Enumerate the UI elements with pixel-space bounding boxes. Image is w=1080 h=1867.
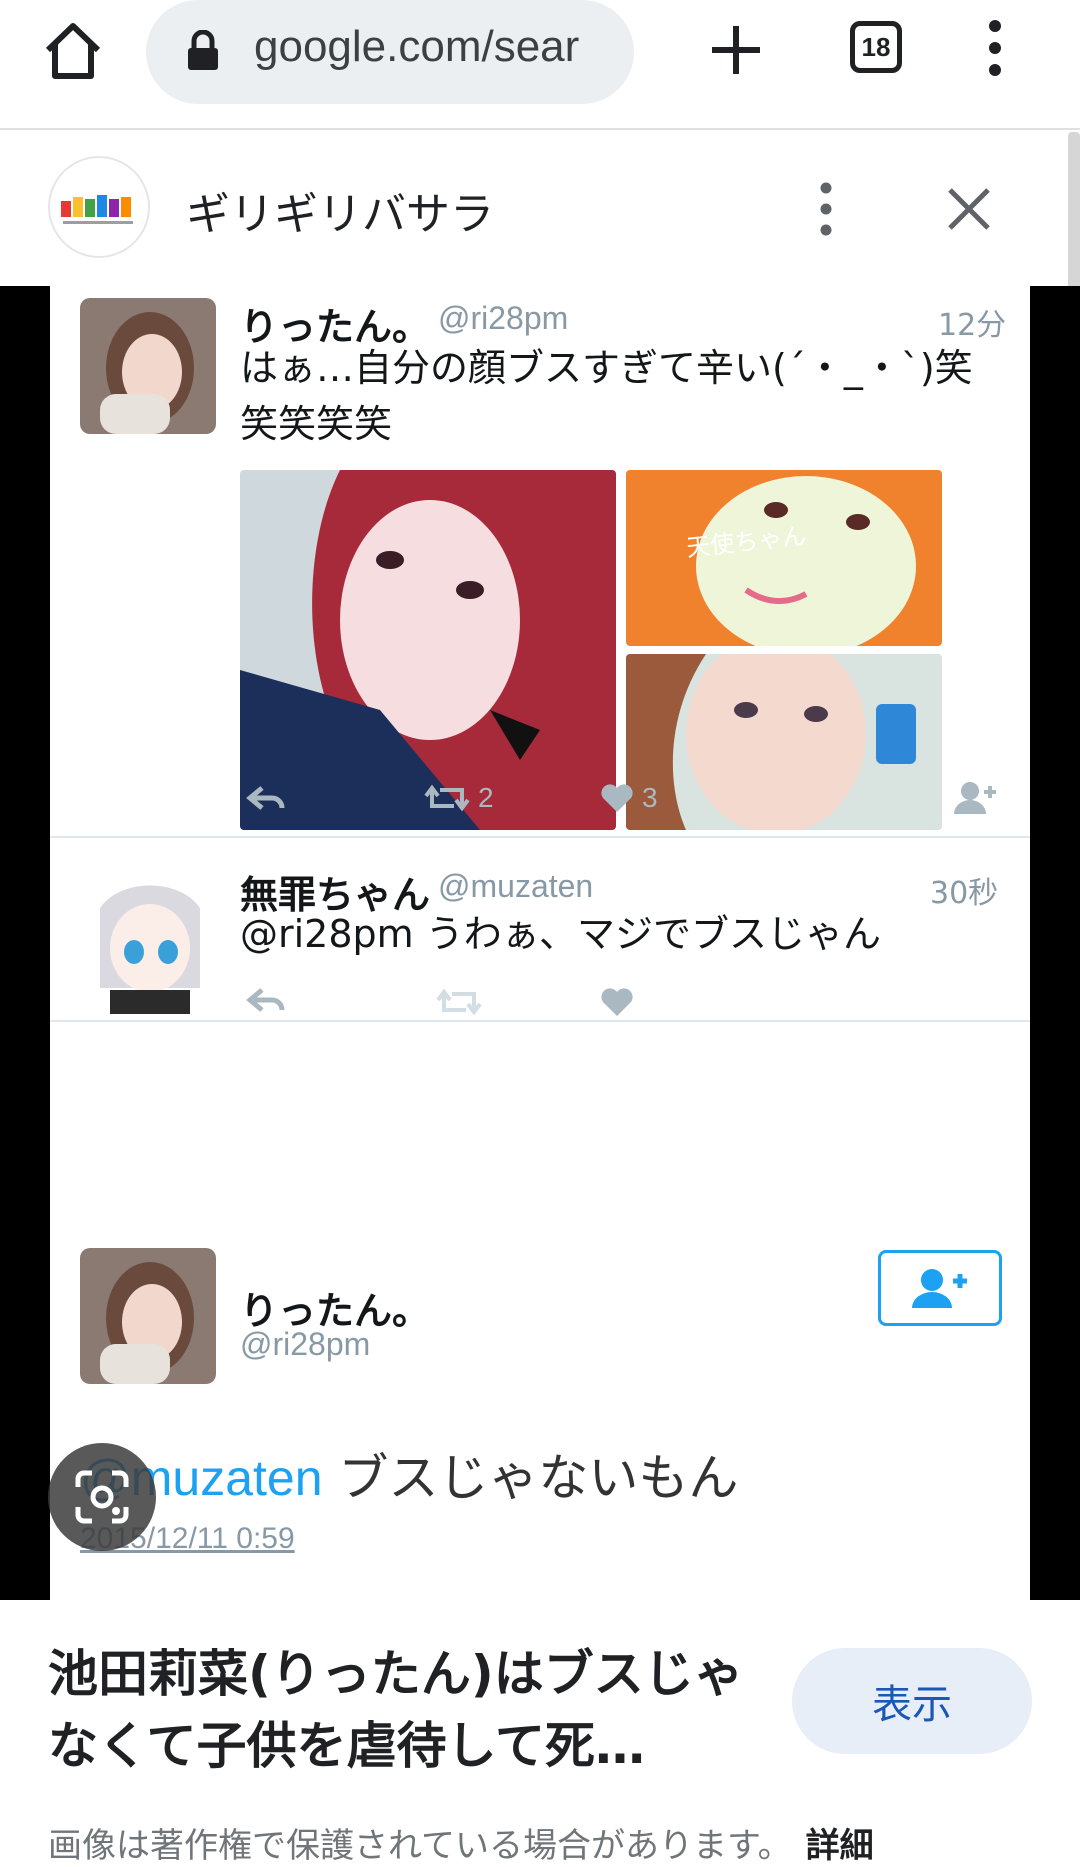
reply-icon [246,784,286,814]
tweet-text: はぁ…自分の顔ブスすぎて辛い(´・_・`)笑笑笑笑笑 [240,346,973,446]
follow-button [878,1250,1002,1326]
copyright-text: 画像は著作権で保護されている場合があります。 [48,1826,792,1866]
follow-icon [952,780,998,816]
add-user-icon [912,1269,967,1308]
like-count: 3 [642,782,658,813]
new-tab-icon[interactable] [708,22,764,78]
retweet-action: 2 [424,782,494,814]
site-title[interactable]: ギリギリバサラ [186,178,494,242]
heart-icon [600,986,634,1018]
tweet-time: 12分 [938,308,1007,343]
avatar [80,298,216,434]
tweet-author-handle: @muzaten [438,868,594,904]
divider [50,1020,1030,1022]
address-bar[interactable]: google.com/sear [146,0,634,104]
retweet-icon [424,784,470,812]
scrollbar[interactable] [1068,132,1080,292]
site-logo[interactable] [48,156,150,258]
reply-body: ブスじゃないもん [322,1449,739,1507]
tweet-author-handle: @ri28pm [240,1326,371,1362]
reply-text: @muzaten ブスじゃないもん [80,1438,738,1510]
close-icon[interactable] [944,184,994,234]
tab-switcher-button[interactable]: 18 [850,21,902,73]
divider [50,836,1030,838]
browser-toolbar: google.com/sear 18 [0,0,1080,130]
reply-icon [246,986,286,1016]
more-options-icon[interactable] [816,182,836,236]
lock-icon [186,29,220,72]
tweet-photo: 天使ちゃん [626,470,942,646]
retweet-count: 2 [478,782,494,813]
url-text: google.com/sear [254,22,580,71]
heart-icon [601,784,633,812]
avatar [80,878,216,1014]
lens-icon [75,1470,129,1524]
details-link[interactable]: 詳細 [806,1826,874,1866]
overflow-menu-icon[interactable] [980,18,1010,78]
retweet-icon [436,986,482,1018]
show-button[interactable]: 表示 [792,1648,1032,1754]
like-action: 3 [600,782,658,814]
lens-search-button[interactable] [48,1443,156,1551]
image-title[interactable]: 池田莉菜(りったん)はブスじゃなくて子供を虐待して死… [48,1638,748,1782]
image-caption: 池田莉菜(りったん)はブスじゃなくて子供を虐待して死… 表示 画像は著作権で保護… [0,1600,1080,1867]
tweet-author-handle: @ri28pm [438,300,569,336]
site-logo-image [61,195,133,224]
tweet-photo [626,654,942,830]
preview-image[interactable]: りったん。 @ri28pm 12分 はぁ…自分の顔ブスすぎて辛い(´・_・`)笑… [0,286,1080,1600]
tweet-screenshot: りったん。 @ri28pm 12分 はぁ…自分の顔ブスすぎて辛い(´・_・`)笑… [50,286,1030,1600]
image-viewer-header: ギリギリバサラ [0,132,1080,284]
home-icon[interactable] [40,18,106,84]
avatar [80,1248,216,1384]
tweet-text: @ri28pm うわぁ、マジでブスじゃん [240,912,881,956]
copyright-notice: 画像は著作権で保護されている場合があります。 詳細 [48,1818,874,1867]
tweet-photo [240,470,616,830]
